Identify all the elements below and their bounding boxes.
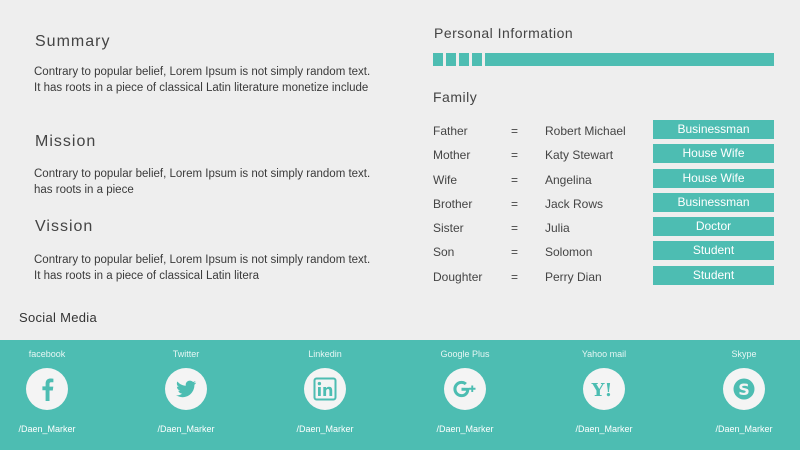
bar-segment — [459, 53, 469, 66]
social-handle: /Daen_Marker — [575, 424, 633, 434]
social-item-google-plus[interactable]: Google Plus/Daen_Marker — [405, 340, 525, 450]
svg-text:Y!: Y! — [591, 380, 613, 401]
social-media-title: Social Media — [19, 310, 98, 325]
social-handle: /Daen_Marker — [157, 424, 215, 434]
skype-icon[interactable]: S — [723, 368, 765, 410]
social-media-band: facebook/Daen_Marker Twitter/Daen_Marker L… — [0, 340, 800, 450]
family-name: Jack Rows — [545, 196, 604, 211]
family-name: Robert Michael — [545, 124, 626, 138]
mission-text: Contrary to popular belief, Lorem Ipsum … — [34, 168, 371, 196]
family-separator: = — [511, 269, 519, 284]
social-label: Twitter — [172, 349, 200, 359]
social-handle: /Daen_Marker — [296, 424, 354, 434]
social-label: Yahoo mail — [581, 349, 627, 359]
family-separator: = — [511, 221, 519, 236]
social-handle: /Daen_Marker — [18, 424, 76, 434]
family-name: Solomon — [545, 245, 593, 260]
family-row: Doughter = Perry Dian Student — [433, 265, 774, 290]
family-relation: Father — [433, 124, 468, 138]
family-relation: Doughter — [433, 269, 483, 284]
social-label: Linkedin — [308, 349, 342, 359]
family-relation: Son — [433, 245, 455, 260]
occupation-badge: House Wife — [653, 144, 774, 164]
family-relation: Brother — [433, 196, 473, 211]
linkedin-icon[interactable] — [304, 368, 346, 410]
family-separator: = — [511, 196, 519, 211]
social-item-yahoo[interactable]: Yahoo mail Y! /Daen_Marker — [544, 340, 664, 450]
social-label: Google Plus — [440, 349, 490, 359]
social-handle: /Daen_Marker — [436, 424, 494, 434]
family-row: Father = Robert Michael Businessman — [433, 120, 774, 144]
family-row: Sister = Julia Doctor — [433, 217, 774, 241]
summary-text: Contrary to popular belief, Lorem Ipsum … — [34, 66, 371, 94]
family-row: Wife = Angelina House Wife — [433, 168, 774, 193]
mission-title: Mission — [35, 133, 97, 150]
social-label: Skype — [731, 349, 757, 359]
personal-information-bar — [433, 53, 774, 66]
summary-title: Summary — [35, 33, 111, 50]
yahoo-icon[interactable]: Y! — [583, 368, 625, 410]
bar-segment — [433, 53, 443, 66]
family-row: Mother = Katy Stewart House Wife — [433, 144, 774, 168]
family-row: Brother = Jack Rows Businessman — [433, 192, 774, 217]
social-item-linkedin[interactable]: Linkedin/Daen_Marker — [265, 340, 385, 450]
vission-text: Contrary to popular belief, Lorem Ipsum … — [34, 254, 371, 282]
family-relation: Wife — [433, 172, 457, 187]
personal-information-title: Personal Information — [434, 25, 574, 41]
twitter-icon[interactable] — [165, 368, 207, 410]
social-label: facebook — [28, 349, 66, 359]
bar-segment — [472, 53, 482, 66]
occupation-badge: Businessman — [653, 120, 774, 139]
family-name: Katy Stewart — [545, 148, 614, 163]
bar-segment — [446, 53, 456, 66]
social-handle: /Daen_Marker — [715, 424, 773, 434]
occupation-badge: Student — [653, 265, 774, 285]
bar-segment — [485, 53, 774, 66]
family-relation: Mother — [433, 148, 471, 163]
family-separator: = — [511, 148, 519, 163]
occupation-badge: Student — [653, 241, 774, 261]
svg-text:S: S — [738, 380, 750, 399]
occupation-badge: Businessman — [653, 192, 774, 212]
vission-title: Vission — [35, 218, 94, 235]
occupation-badge: House Wife — [653, 168, 774, 188]
family-name: Julia — [545, 221, 570, 236]
family-name: Perry Dian — [545, 269, 602, 284]
family-separator: = — [511, 172, 519, 187]
family-separator: = — [511, 245, 519, 260]
family-separator: = — [511, 124, 519, 138]
family-name: Angelina — [545, 172, 592, 187]
family-row: Son = Solomon Student — [433, 241, 774, 265]
google-plus-icon[interactable] — [444, 368, 486, 410]
social-item-twitter[interactable]: Twitter/Daen_Marker — [126, 340, 246, 450]
social-item-facebook[interactable]: facebook/Daen_Marker — [0, 340, 107, 450]
occupation-badge: Doctor — [653, 217, 774, 237]
family-table: Father = Robert Michael Businessman Mother = K… — [433, 120, 774, 290]
facebook-icon[interactable] — [26, 368, 68, 410]
family-title: Family — [433, 89, 478, 105]
social-item-skype[interactable]: Skype S/Daen_Marker — [684, 340, 800, 450]
family-relation: Sister — [433, 221, 464, 236]
